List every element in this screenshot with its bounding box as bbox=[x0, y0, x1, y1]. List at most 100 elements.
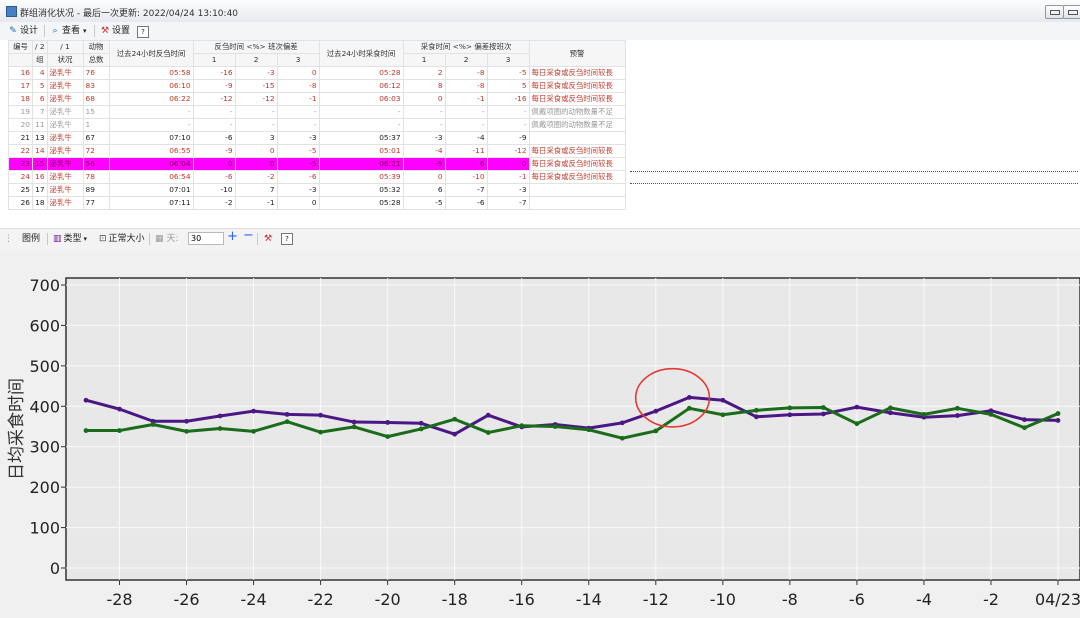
cell-group: 17 bbox=[32, 183, 48, 197]
cell-count: 76 bbox=[82, 66, 110, 80]
col-group[interactable]: 组 bbox=[32, 53, 48, 67]
x-tick-label: 04/23 bbox=[1035, 590, 1080, 609]
cell-group: 15 bbox=[32, 157, 48, 171]
cell-e1: 2 bbox=[402, 66, 446, 80]
col-warning[interactable]: 预警 bbox=[528, 40, 626, 67]
series-2-point bbox=[686, 405, 692, 411]
col-group-num[interactable]: / 2 bbox=[32, 40, 48, 54]
cell-e3: -5 bbox=[486, 66, 530, 80]
legend-button[interactable]: 图例 bbox=[22, 233, 40, 245]
cell-e3: -12 bbox=[486, 144, 530, 158]
cell-r1: -16 bbox=[192, 66, 236, 80]
cell-e3: - bbox=[486, 105, 530, 119]
col-rum-time[interactable]: 过去24小时反刍时间 bbox=[108, 40, 194, 67]
cell-e3: -9 bbox=[486, 131, 530, 145]
series-2-point bbox=[988, 411, 994, 417]
days-input[interactable] bbox=[188, 232, 224, 245]
cell-rum: 06:54 bbox=[108, 170, 194, 184]
cell-r1: -6 bbox=[192, 170, 236, 184]
cell-id: 16 bbox=[8, 66, 33, 80]
chevron-down-icon: ▾ bbox=[83, 235, 88, 243]
col-count-b[interactable]: 总数 bbox=[82, 53, 110, 67]
cell-status: 泌乳牛 bbox=[46, 170, 84, 184]
col-eat-time[interactable]: 过去24小时采食时间 bbox=[318, 40, 404, 67]
cell-r3: - bbox=[276, 105, 320, 119]
series-2-point bbox=[653, 428, 659, 434]
table-row[interactable]: 20 11 泌乳牛 1- - - - - - - - 佩戴项圈的动物数量不足 bbox=[8, 118, 626, 132]
col-eat-d1[interactable]: 1 bbox=[402, 53, 446, 67]
series-1-point bbox=[385, 420, 391, 425]
cell-e2: -1 bbox=[444, 92, 488, 106]
cell-count: 89 bbox=[82, 183, 110, 197]
table-row-selected[interactable]: 23 15 泌乳牛 56 06:04 0 0 -5 06:21 -9 6 0 每日采食或反刍时间较長 bbox=[8, 157, 626, 171]
table-row[interactable]: 22 14 泌乳牛 72 06:55 -9 0 -5 05:01 -4 -11 -12 每日采食或反刍时… bbox=[8, 144, 626, 158]
col-rum-dev[interactable]: 反刍时间 <%> 班次偏差 bbox=[192, 40, 320, 54]
cell-count: 1 bbox=[82, 118, 110, 132]
cell-status: 泌乳牛 bbox=[46, 118, 84, 132]
col-eat-d2[interactable]: 2 bbox=[444, 53, 488, 67]
cell-r2: -3 bbox=[234, 66, 278, 80]
cell-group: 14 bbox=[32, 144, 48, 158]
table-row[interactable]: 25 17 泌乳牛 89 07:01 -10 7 -3 05:32 6 -7 -3 bbox=[8, 183, 626, 197]
col-rum-d3[interactable]: 3 bbox=[276, 53, 320, 67]
settings-button[interactable]: ⚒ 设置 bbox=[100, 25, 130, 38]
cell-e1: 0 bbox=[402, 92, 446, 106]
cell-warning: 佩戴项圈的动物数量不足 bbox=[528, 105, 626, 119]
series-2-point bbox=[318, 429, 324, 435]
cell-r3: -6 bbox=[276, 170, 320, 184]
cell-status: 泌乳牛 bbox=[46, 196, 84, 210]
col-rum-d1[interactable]: 1 bbox=[192, 53, 236, 67]
col-eat-dev[interactable]: 采食时间 <%> 偏差按班次 bbox=[402, 40, 530, 54]
help-icon[interactable]: ? bbox=[281, 233, 293, 245]
col-status-num[interactable]: / 1 bbox=[46, 40, 84, 54]
view-button[interactable]: ⌕ 查看 ▾ bbox=[50, 25, 86, 38]
main-toolbar: ✎ 设计 ⌕ 查看 ▾ ⚒ 设置 ? bbox=[0, 22, 1080, 41]
cell-rum: 06:55 bbox=[108, 144, 194, 158]
col-rum-d2[interactable]: 2 bbox=[234, 53, 278, 67]
days-label: 天: bbox=[166, 234, 179, 244]
cell-eat: 06:12 bbox=[318, 79, 404, 93]
tools-icon: ⚒ bbox=[100, 26, 110, 36]
y-tick-label: 100 bbox=[29, 519, 60, 538]
col-count-a[interactable]: 动物 bbox=[82, 40, 110, 54]
help-icon[interactable]: ? bbox=[137, 26, 149, 38]
type-button[interactable]: ▥ 类型 ▾ bbox=[53, 233, 87, 245]
table-row[interactable]: 18 6 泌乳牛 68 06:22 -12 -12 -1 06:03 0 -1 -16 每日采食或反刍时… bbox=[8, 92, 626, 106]
cell-r2: 3 bbox=[234, 131, 278, 145]
cell-e3: 0 bbox=[486, 157, 530, 171]
table-row[interactable]: 19 7 泌乳牛 15- - - - - - - - 佩戴项圈的动物数量不足 bbox=[8, 105, 626, 119]
normal-size-button[interactable]: ⊡ 正常大小 bbox=[99, 233, 145, 245]
cell-r3: -3 bbox=[276, 183, 320, 197]
zoom-in-icon[interactable]: + bbox=[227, 230, 238, 243]
series-2-point bbox=[888, 405, 893, 411]
series-2-point bbox=[385, 434, 391, 440]
col-eat-d3[interactable]: 3 bbox=[486, 53, 530, 67]
col-status[interactable]: 状况 bbox=[46, 53, 84, 67]
design-button[interactable]: ✎ 设计 bbox=[8, 25, 38, 38]
table-row[interactable]: 16 4 泌乳牛 76 05:58 -16 -3 0 05:28 2 -8 -5 每日采食或反刍时间较長 bbox=[8, 66, 626, 80]
series-1-point bbox=[184, 418, 189, 424]
table-row[interactable]: 26 18 泌乳牛 77 07:11 -2 -1 0 05:28 -5 -6 -7 bbox=[8, 196, 626, 210]
cell-e1: 6 bbox=[402, 183, 446, 197]
table-row[interactable]: 17 5 泌乳牛 83 06:10 -9 -15 -8 06:12 8 -8 5 每日采食或反刍时间较長 bbox=[8, 79, 626, 93]
series-2-point bbox=[787, 405, 793, 411]
col-id[interactable]: 编号 bbox=[8, 40, 33, 54]
series-2-point bbox=[217, 426, 223, 431]
cell-r3: -1 bbox=[276, 92, 320, 106]
close-button[interactable] bbox=[1063, 5, 1080, 19]
days-button: ▦ 天: bbox=[155, 233, 179, 245]
series-1-point bbox=[653, 408, 659, 414]
chart-settings-icon[interactable]: ⚒ bbox=[264, 233, 272, 245]
table-row[interactable]: 24 16 泌乳牛 78 06:54 -6 -2 -6 05:39 0 -10 -1 每日采食或反刍时间… bbox=[8, 170, 626, 184]
restore-button[interactable] bbox=[1045, 5, 1064, 19]
cell-rum: - bbox=[108, 105, 194, 119]
series-2-point bbox=[1022, 425, 1027, 431]
cell-group: 11 bbox=[32, 118, 48, 132]
cell-count: 77 bbox=[82, 196, 110, 210]
zoom-out-icon[interactable]: − bbox=[243, 229, 254, 242]
series-2-point bbox=[1055, 411, 1061, 416]
cell-e1: 8 bbox=[402, 79, 446, 93]
cell-r2: -2 bbox=[234, 170, 278, 184]
table-row[interactable]: 21 13 泌乳牛 67 07:10 -6 3 -3 05:37 -3 -4 -9 bbox=[8, 131, 626, 145]
cell-e3: - bbox=[486, 118, 530, 132]
